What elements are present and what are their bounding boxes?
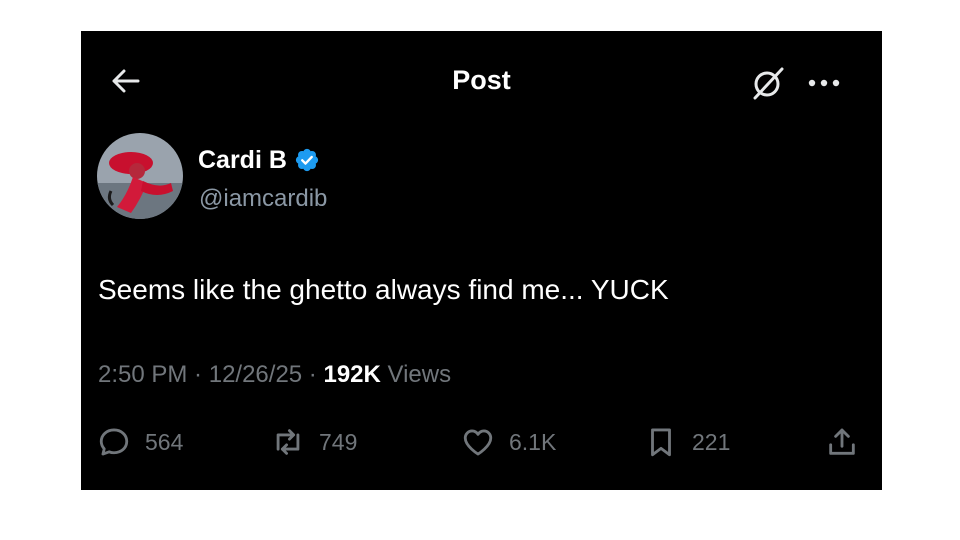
action-bar: 564 749 6.1K 221 <box>81 419 882 465</box>
repost-icon <box>276 429 300 455</box>
ellipsis-icon <box>808 79 840 87</box>
reply-count: 564 <box>145 428 184 455</box>
post-date[interactable]: 12/26/25 <box>209 361 302 388</box>
post-time[interactable]: 2:50 PM <box>98 361 187 388</box>
avatar-image <box>97 133 183 219</box>
like-button[interactable]: 6.1K <box>461 419 556 465</box>
bookmark-icon <box>651 428 671 457</box>
views-label: Views <box>387 361 452 388</box>
reply-icon <box>99 428 129 456</box>
repost-button[interactable]: 749 <box>271 419 357 465</box>
reply-button[interactable]: 564 <box>97 419 183 465</box>
like-count: 6.1K <box>509 428 557 455</box>
views-count[interactable]: 192K <box>323 361 380 388</box>
share-icon <box>829 428 855 455</box>
heart-icon <box>463 429 493 456</box>
repost-count: 749 <box>319 428 358 455</box>
top-bar: Post <box>81 31 882 121</box>
meta-separator: · <box>302 361 324 388</box>
meta-separator: · <box>187 361 209 388</box>
author-display-name: Cardi B <box>198 145 287 174</box>
author-handle[interactable]: @iamcardib <box>199 185 327 213</box>
post-meta: 2:50 PM · 12/26/25 · 192K Views <box>98 361 451 389</box>
bookmark-button[interactable]: 221 <box>644 419 730 465</box>
post-detail-panel: Post Cardi B @iamcardib Seems like the g… <box>81 31 882 490</box>
grok-slash-icon <box>753 67 784 100</box>
share-button[interactable] <box>825 419 859 465</box>
bookmark-count: 221 <box>692 428 731 455</box>
more-options-button[interactable] <box>804 67 844 97</box>
verified-badge-icon <box>295 148 319 172</box>
author-name-row[interactable]: Cardi B <box>198 143 320 177</box>
post-text: Seems like the ghetto always find me... … <box>98 274 669 305</box>
grok-button[interactable] <box>749 64 787 102</box>
avatar[interactable] <box>97 133 183 219</box>
